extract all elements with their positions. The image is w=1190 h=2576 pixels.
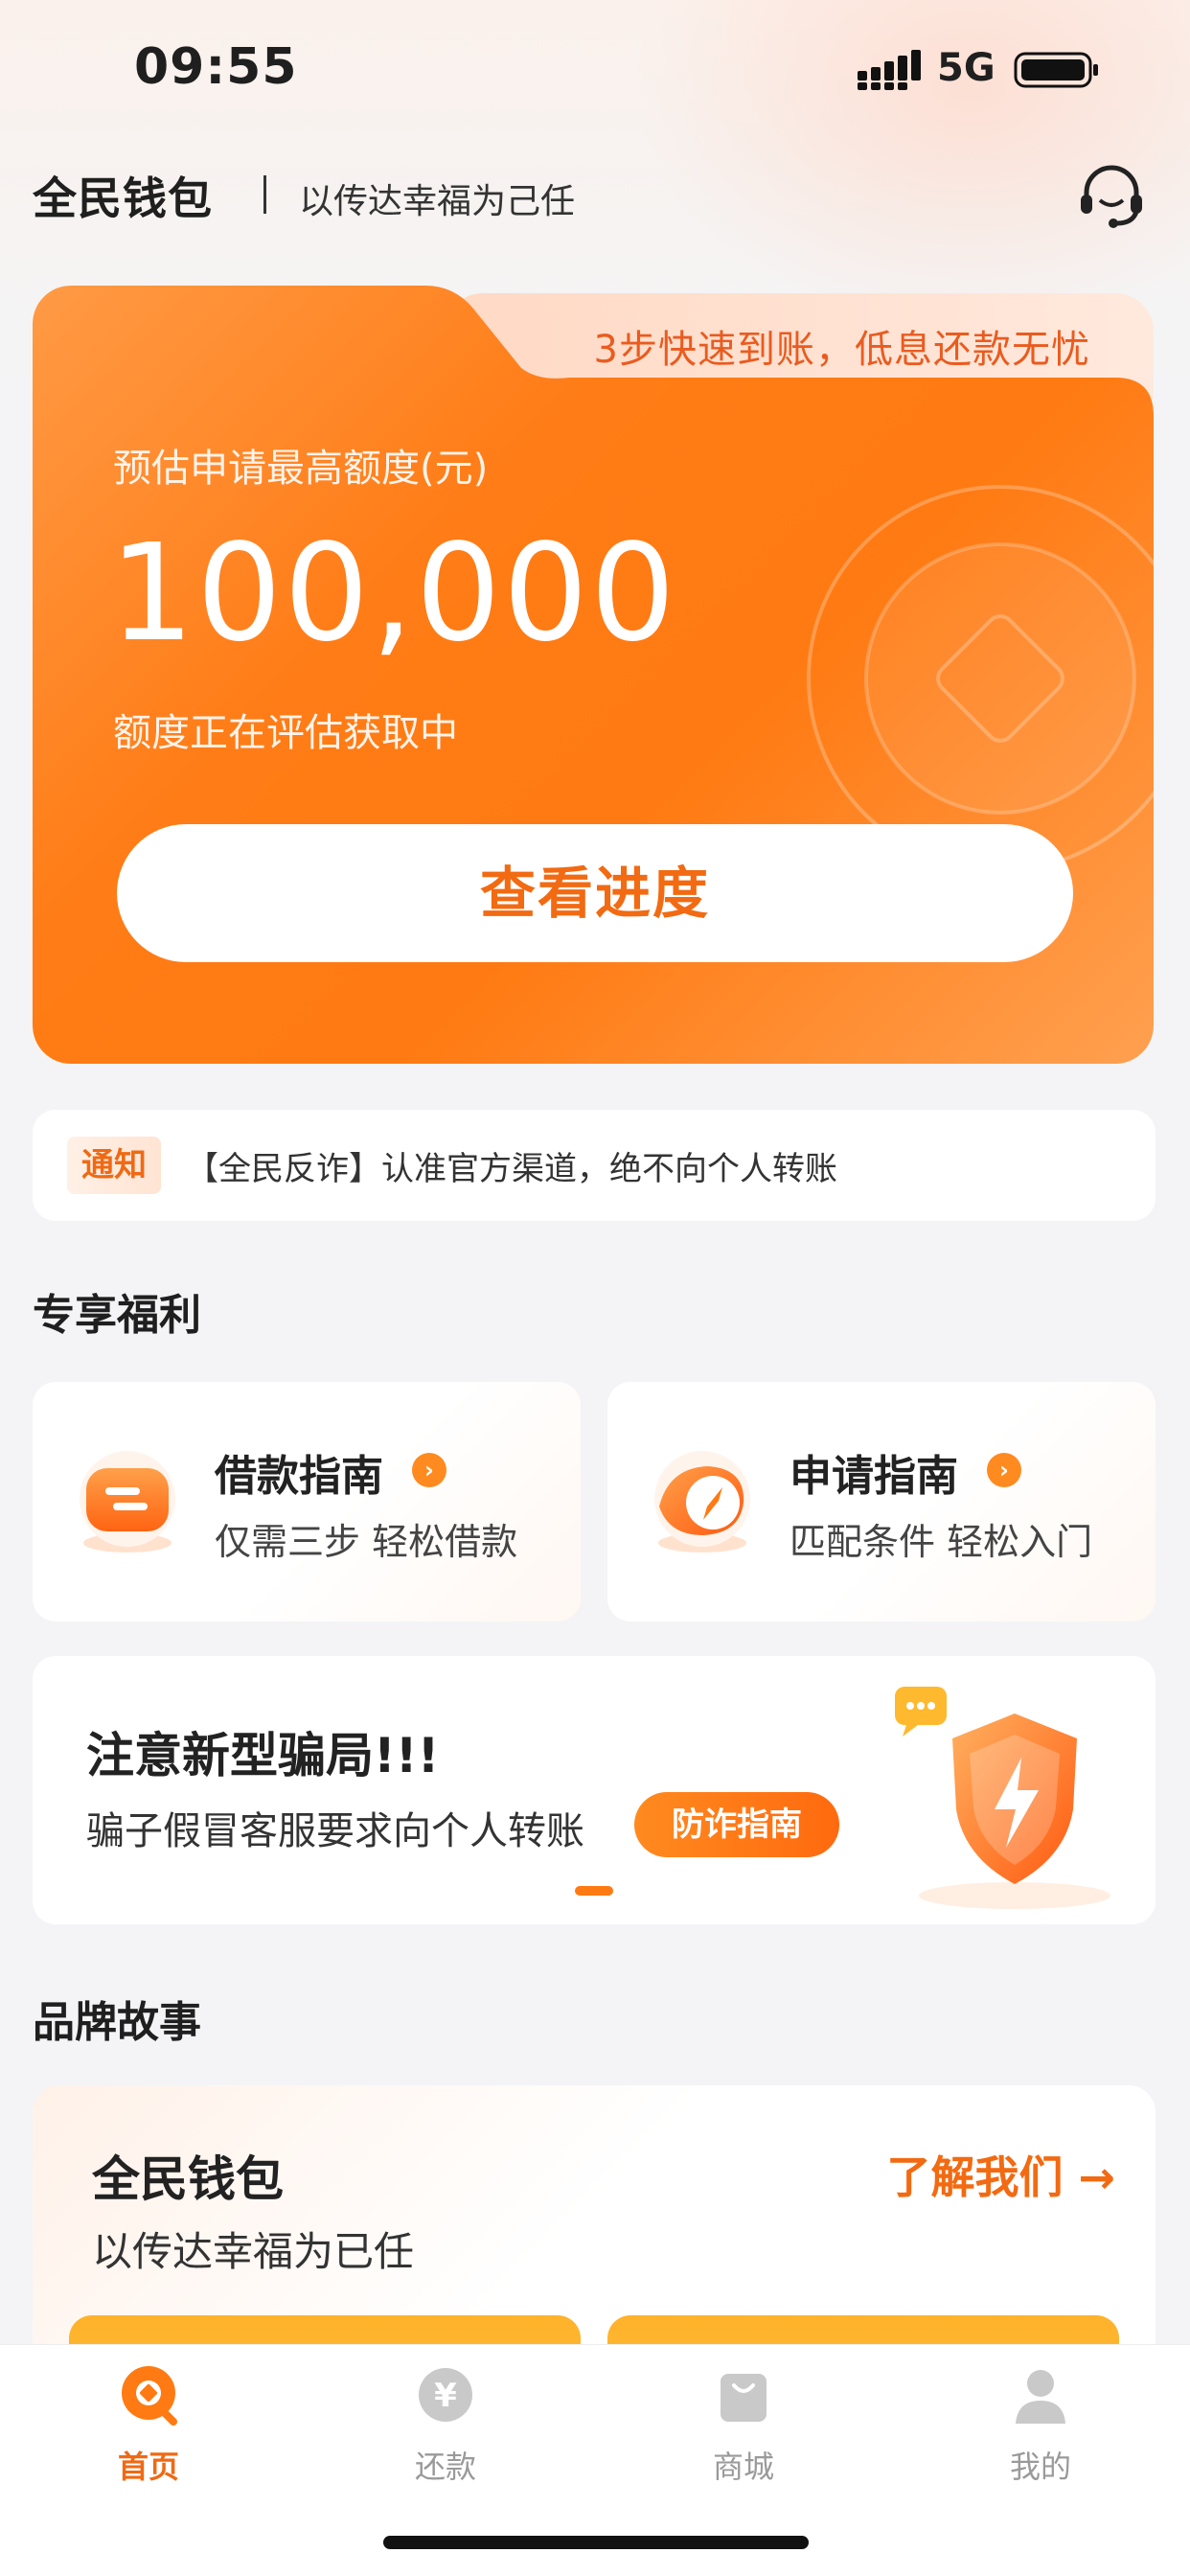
tab-mall[interactable]: 商城 [648, 2364, 839, 2489]
promo-text: 3步快速到账，低息还款无忧 [593, 328, 1090, 372]
app-screen: 09:55 5G 全民钱包 以传达幸福为己任 3步快速到账，低息还款无忧 预估申… [0, 0, 1190, 2576]
shopping-bag-icon [721, 2374, 767, 2422]
svg-text:¥: ¥ [434, 2377, 457, 2415]
loan-guide-icon [80, 1451, 175, 1552]
tab-repayment-label: 还款 [414, 2449, 476, 2485]
brand-section-title: 品牌故事 [33, 1998, 201, 2047]
chevron-right-icon: › [412, 1453, 446, 1487]
compass-icon [654, 1451, 750, 1552]
network-type: 5G [937, 46, 995, 90]
apply-guide-title: 申请指南 [790, 1452, 958, 1501]
user-icon [1016, 2370, 1065, 2424]
notice-bar[interactable]: 通知 【全民反诈】认准官方渠道，绝不向个人转账 [33, 1110, 1156, 1221]
app-name: 全民钱包 [33, 172, 213, 224]
loan-guide-subtitle: 仅需三步 轻松借款 [215, 1521, 518, 1563]
signal-icon [858, 50, 921, 90]
battery-icon [1014, 52, 1098, 88]
brand-subtitle: 以传达幸福为已任 [92, 2228, 415, 2275]
tab-home-label: 首页 [117, 2449, 179, 2485]
yen-icon: ¥ [419, 2368, 472, 2422]
apply-guide-card[interactable]: 申请指南 › 匹配条件 轻松入门 [607, 1382, 1156, 1622]
credit-limit-card: 3步快速到账，低息还款无忧 预估申请最高额度(元) 100,000 额度正在评估… [33, 286, 1154, 1064]
coin-decoration-icon [761, 468, 1163, 870]
header-divider [263, 175, 266, 214]
benefits-section-title: 专享福利 [33, 1291, 201, 1340]
anti-fraud-guide-button[interactable]: 防诈指南 [634, 1792, 839, 1857]
tab-mall-label: 商城 [712, 2449, 774, 2485]
loan-guide-card[interactable]: 借款指南 › 仅需三步 轻松借款 [33, 1382, 581, 1622]
chevron-right-icon: › [987, 1453, 1021, 1487]
app-header: 全民钱包 以传达幸福为己任 [0, 158, 1190, 235]
loan-guide-title: 借款指南 [215, 1452, 383, 1501]
tab-profile-label: 我的 [1009, 2449, 1071, 2485]
anti-fraud-subtitle: 骗子假冒客服要求向个人转账 [86, 1809, 584, 1853]
home-icon [122, 2366, 177, 2426]
carousel-indicator [575, 1886, 613, 1896]
anti-fraud-title: 注意新型骗局!!! [86, 1728, 440, 1783]
shield-lightning-icon [895, 1687, 1110, 1909]
view-progress-button[interactable]: 查看进度 [117, 824, 1073, 962]
max-limit-label: 预估申请最高额度(元) [113, 447, 489, 491]
tab-repayment[interactable]: ¥ 还款 [350, 2364, 541, 2489]
home-indicator[interactable] [383, 2536, 809, 2549]
customer-service-headset-icon[interactable] [1077, 162, 1146, 229]
max-limit-amount: 100,000 [109, 516, 677, 672]
apply-guide-subtitle: 匹配条件 轻松入门 [790, 1521, 1093, 1563]
status-bar: 09:55 5G [0, 0, 1190, 144]
limit-status-text: 额度正在评估获取中 [113, 711, 458, 755]
status-time: 09:55 [134, 38, 298, 96]
credit-card-body: 预估申请最高额度(元) 100,000 额度正在评估获取中 查看进度 [33, 286, 1154, 1064]
notice-text: 【全民反诈】认准官方渠道，绝不向个人转账 [186, 1150, 837, 1188]
app-tagline: 以传达幸福为己任 [299, 182, 576, 221]
about-us-link[interactable]: 了解我们 → [886, 2143, 1115, 2206]
brand-title: 全民钱包 [92, 2151, 284, 2207]
anti-fraud-banner[interactable]: 注意新型骗局!!! 骗子假冒客服要求向个人转账 防诈指南 [33, 1656, 1156, 1924]
tab-profile[interactable]: 我的 [945, 2364, 1136, 2489]
tab-home[interactable]: 首页 [53, 2364, 244, 2489]
notice-badge: 通知 [67, 1137, 161, 1194]
